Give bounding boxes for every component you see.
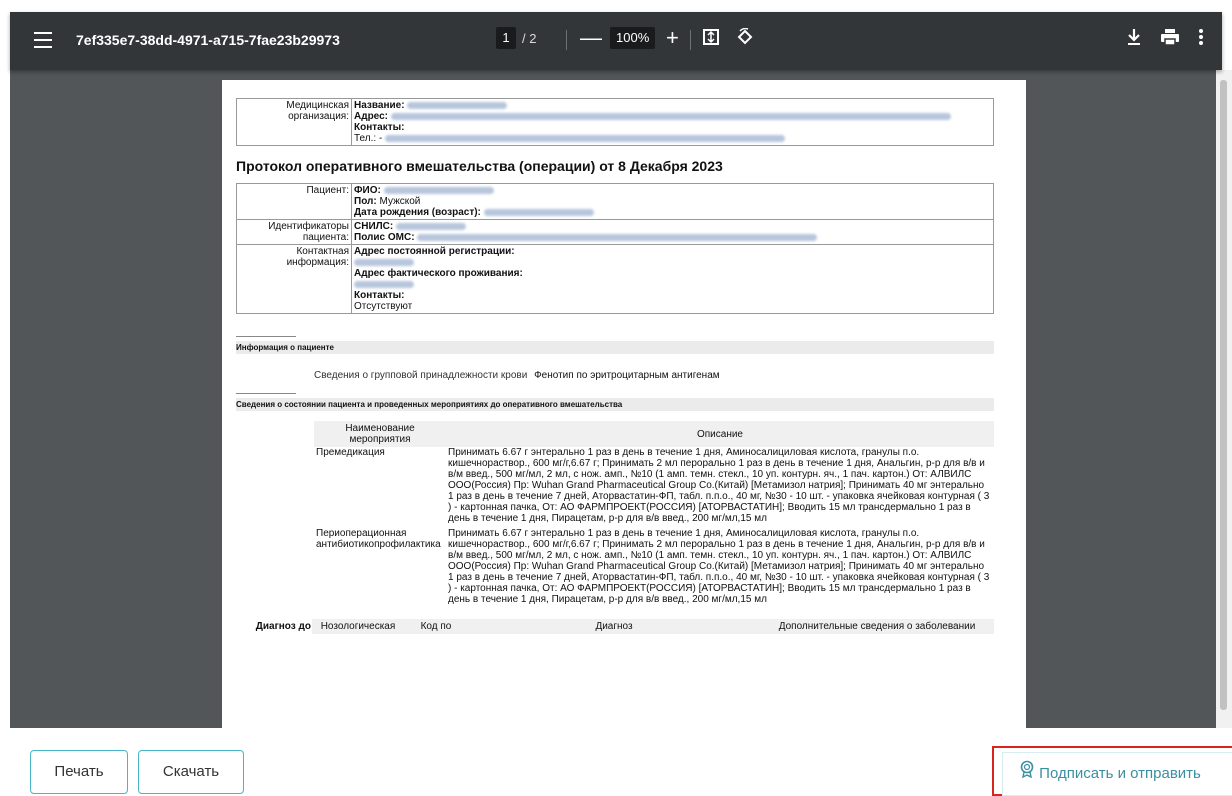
patient-label: Пациент: <box>236 183 352 220</box>
org-phone-label: Тел.: - <box>354 133 383 144</box>
ids-label: Идентификаторы пациента: <box>236 219 352 245</box>
table-row: Периоперационная антибиотикопрофилактика… <box>314 528 994 609</box>
zoom-in-button[interactable]: + <box>666 24 679 52</box>
print-button[interactable]: Печать <box>30 750 128 794</box>
org-address-label: Адрес: <box>354 111 388 122</box>
diag-col-diagnosis: Диагноз <box>468 619 760 634</box>
diagnosis-table: Диагноз до Нозологическая Код по Диагноз… <box>236 619 994 634</box>
sex-value: Мужской <box>379 196 421 207</box>
pdf-page: Медицинская организация: Название: Адрес… <box>222 80 1026 728</box>
rotate-icon[interactable] <box>736 27 754 51</box>
contact-label: Контактная информация: <box>236 244 352 314</box>
measures-table: Наименование мероприятия Описание Премед… <box>314 421 994 609</box>
section-preop: Сведения о состоянии пациента и проведен… <box>236 398 994 411</box>
diag-col-code: Код по <box>404 619 468 634</box>
print-icon[interactable] <box>1160 28 1180 51</box>
scrollbar-thumb[interactable] <box>1220 80 1227 710</box>
page-number-input[interactable]: 1 <box>496 27 516 49</box>
snils-label: СНИЛС: <box>354 221 394 232</box>
signature-icon <box>1019 753 1035 795</box>
section-patient-info: Информация о пациенте <box>236 341 994 354</box>
birth-label: Дата рождения (возраст): <box>354 207 481 218</box>
sign-send-highlight: Подписать и отправить <box>992 746 1232 796</box>
fact-address-label: Адрес фактического проживания: <box>354 268 523 279</box>
organization-table: Медицинская организация: Название: Адрес… <box>236 98 994 146</box>
blood-group-row: Сведения о групповой принадлежности кров… <box>314 370 1006 381</box>
file-title: 7ef335e7-38dd-4971-a715-7fae23b29973 <box>76 32 340 48</box>
reg-address-label: Адрес постоянной регистрации: <box>354 246 515 257</box>
diag-label: Диагноз до <box>255 621 311 632</box>
sign-and-send-button[interactable]: Подписать и отправить <box>1002 752 1232 796</box>
toolbar-divider <box>566 30 567 50</box>
diag-col-nosology: Нозологическая <box>312 619 404 634</box>
pdf-toolbar: 7ef335e7-38dd-4971-a715-7fae23b29973 1 /… <box>10 12 1222 70</box>
fit-page-icon[interactable] <box>702 28 720 51</box>
toolbar-divider <box>690 30 691 50</box>
section-divider <box>236 336 296 337</box>
table-row: Премедикация Принимать 6.67 г энтерально… <box>314 447 994 528</box>
pdf-viewer[interactable]: Медицинская организация: Название: Адрес… <box>10 70 1216 728</box>
measure-desc: Принимать 6.67 г энтерально 1 раз в день… <box>448 447 990 524</box>
oms-label: Полис ОМС: <box>354 232 415 243</box>
patient-table: Пациент: ФИО: Пол: Мужской Дата рождения… <box>236 183 994 314</box>
blood-label: Сведения о групповой принадлежности кров… <box>314 370 528 381</box>
measure-name: Премедикация <box>316 447 385 458</box>
meas-col-desc: Описание <box>446 421 994 447</box>
sex-label: Пол: <box>354 196 377 207</box>
zoom-input[interactable]: 100% <box>610 27 656 49</box>
meas-col-name: Наименование мероприятия <box>314 421 446 447</box>
document-title: Протокол оперативного вмешательства (опе… <box>236 158 723 174</box>
diag-col-extra: Дополнительные сведения о заболевании <box>760 619 994 634</box>
contacts-value: Отсутствуют <box>354 301 413 312</box>
menu-icon[interactable] <box>34 32 52 48</box>
section-divider <box>236 393 296 394</box>
more-options-icon[interactable] <box>1198 28 1204 51</box>
download-button[interactable]: Скачать <box>138 750 244 794</box>
scrollbar[interactable] <box>1216 70 1232 728</box>
measure-desc: Принимать 6.67 г энтерально 1 раз в день… <box>448 528 990 605</box>
contacts-label: Контакты: <box>354 290 405 301</box>
fio-label: ФИО: <box>354 185 381 196</box>
zoom-out-button[interactable]: — <box>580 24 602 52</box>
download-icon[interactable] <box>1126 28 1142 51</box>
org-label: Медицинская организация: <box>236 98 352 146</box>
page-count: / 2 <box>522 31 537 46</box>
org-name-label: Название: <box>354 100 405 111</box>
sign-and-send-label: Подписать и отправить <box>1039 765 1201 782</box>
org-contacts-label: Контакты: <box>354 122 405 133</box>
blood-value: Фенотип по эритроцитарным антигенам <box>534 370 720 381</box>
measure-name: Периоперационная антибиотикопрофилактика <box>316 528 441 550</box>
